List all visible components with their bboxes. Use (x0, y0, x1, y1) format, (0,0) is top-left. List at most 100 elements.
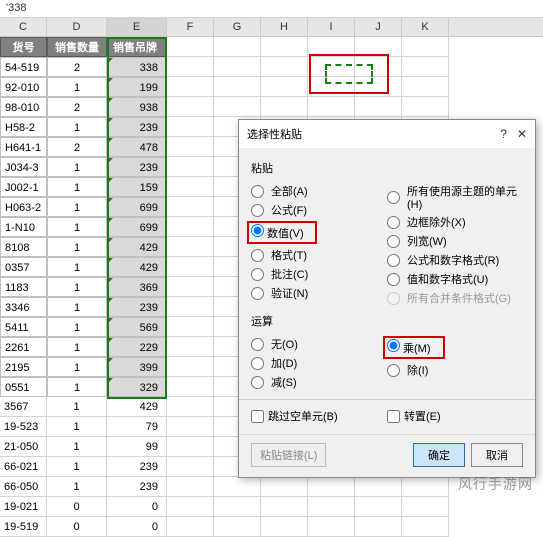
cell[interactable]: 199 (107, 77, 167, 97)
radio-option[interactable]: 列宽(W) (387, 233, 523, 249)
cell[interactable] (214, 97, 261, 117)
cell[interactable] (167, 337, 214, 357)
radio-icon[interactable] (251, 268, 264, 281)
radio-label[interactable]: 所有使用源主题的单元(H) (407, 183, 523, 211)
dialog-titlebar[interactable]: 选择性粘贴 ? ✕ (239, 120, 535, 148)
cell[interactable] (402, 37, 449, 57)
cell[interactable] (167, 37, 214, 57)
cell[interactable] (214, 57, 261, 77)
cell[interactable]: 1 (47, 437, 107, 457)
radio-label[interactable]: 减(S) (271, 374, 297, 390)
cell[interactable]: 1 (47, 397, 107, 417)
cell[interactable]: 1 (47, 237, 107, 257)
cell[interactable]: 1 (47, 317, 107, 337)
radio-option[interactable]: 批注(C) (251, 266, 387, 282)
cell[interactable] (261, 77, 308, 97)
header-cell[interactable]: 货号 (0, 37, 47, 57)
cell[interactable] (355, 477, 402, 497)
cell[interactable]: 1 (47, 357, 107, 377)
cell[interactable]: 99 (107, 437, 167, 457)
radio-icon[interactable] (251, 249, 264, 262)
radio-label[interactable]: 值和数字格式(U) (407, 271, 488, 287)
cell[interactable]: 1 (47, 277, 107, 297)
cell[interactable]: 66-021 (0, 457, 47, 477)
cell[interactable]: 429 (107, 257, 167, 277)
cell[interactable] (355, 97, 402, 117)
cell[interactable] (308, 497, 355, 517)
cell[interactable]: 3346 (0, 297, 47, 317)
cell[interactable] (214, 497, 261, 517)
cell[interactable]: 239 (107, 117, 167, 137)
radio-option[interactable]: 加(D) (251, 355, 387, 371)
col-header-i[interactable]: I (308, 18, 355, 36)
col-header-f[interactable]: F (167, 18, 214, 36)
header-cell[interactable]: 销售数量 (47, 37, 107, 57)
radio-label[interactable]: 验证(N) (271, 285, 308, 301)
cell[interactable]: H58-2 (0, 117, 47, 137)
cell[interactable] (261, 517, 308, 537)
radio-icon[interactable] (251, 185, 264, 198)
radio-icon[interactable] (387, 191, 400, 204)
cell[interactable] (167, 297, 214, 317)
radio-icon[interactable] (387, 273, 400, 286)
cell[interactable] (167, 57, 214, 77)
col-header-k[interactable]: K (402, 18, 449, 36)
cell[interactable]: 1 (47, 77, 107, 97)
cell[interactable]: 1 (47, 157, 107, 177)
col-header-c[interactable]: C (0, 18, 47, 36)
cell[interactable]: 2 (47, 97, 107, 117)
cancel-button[interactable]: 取消 (471, 443, 523, 467)
cell[interactable]: 1183 (0, 277, 47, 297)
cell[interactable] (355, 497, 402, 517)
cell[interactable]: 1 (47, 477, 107, 497)
cell[interactable] (402, 517, 449, 537)
cell[interactable]: 1 (47, 177, 107, 197)
cell[interactable]: 66-050 (0, 477, 47, 497)
cell[interactable]: 19-523 (0, 417, 47, 437)
cell[interactable] (355, 517, 402, 537)
cell[interactable] (261, 497, 308, 517)
cell[interactable]: 478 (107, 137, 167, 157)
cell[interactable]: 1 (47, 197, 107, 217)
radio-option[interactable]: 验证(N) (251, 285, 387, 301)
cell[interactable] (261, 477, 308, 497)
cell[interactable] (167, 477, 214, 497)
checkbox-icon[interactable] (387, 410, 400, 423)
cell[interactable]: 2 (47, 57, 107, 77)
cell[interactable] (167, 317, 214, 337)
cell[interactable]: J002-1 (0, 177, 47, 197)
cell[interactable] (167, 437, 214, 457)
radio-label[interactable]: 加(D) (271, 355, 297, 371)
col-header-g[interactable]: G (214, 18, 261, 36)
cell[interactable]: 399 (107, 357, 167, 377)
cell[interactable] (402, 497, 449, 517)
cell[interactable]: 699 (107, 217, 167, 237)
header-cell[interactable]: 销售吊牌额 (107, 37, 167, 57)
close-icon[interactable]: ✕ (517, 127, 527, 141)
cell[interactable] (167, 497, 214, 517)
cell[interactable]: 1 (47, 417, 107, 437)
cell[interactable]: 938 (107, 97, 167, 117)
radio-icon[interactable] (387, 235, 400, 248)
radio-option[interactable]: 公式和数字格式(R) (387, 252, 523, 268)
cell[interactable] (167, 97, 214, 117)
radio-label[interactable]: 批注(C) (271, 266, 308, 282)
radio-icon[interactable] (251, 376, 264, 389)
cell[interactable]: 8108 (0, 237, 47, 257)
col-header-d[interactable]: D (47, 18, 107, 36)
cell[interactable] (308, 517, 355, 537)
col-header-e[interactable]: E (107, 18, 167, 36)
cell[interactable]: 2195 (0, 357, 47, 377)
cell[interactable] (402, 97, 449, 117)
cell[interactable] (167, 257, 214, 277)
cell[interactable]: 3567 (0, 397, 47, 417)
radio-icon[interactable] (251, 338, 264, 351)
radio-option[interactable]: 所有使用源主题的单元(H) (387, 183, 523, 211)
radio-option[interactable]: 除(I) (387, 362, 523, 378)
cell[interactable]: 98-010 (0, 97, 47, 117)
col-header-j[interactable]: J (355, 18, 402, 36)
radio-icon[interactable] (387, 339, 400, 352)
cell[interactable] (214, 517, 261, 537)
cell[interactable]: 239 (107, 297, 167, 317)
cell[interactable] (261, 97, 308, 117)
